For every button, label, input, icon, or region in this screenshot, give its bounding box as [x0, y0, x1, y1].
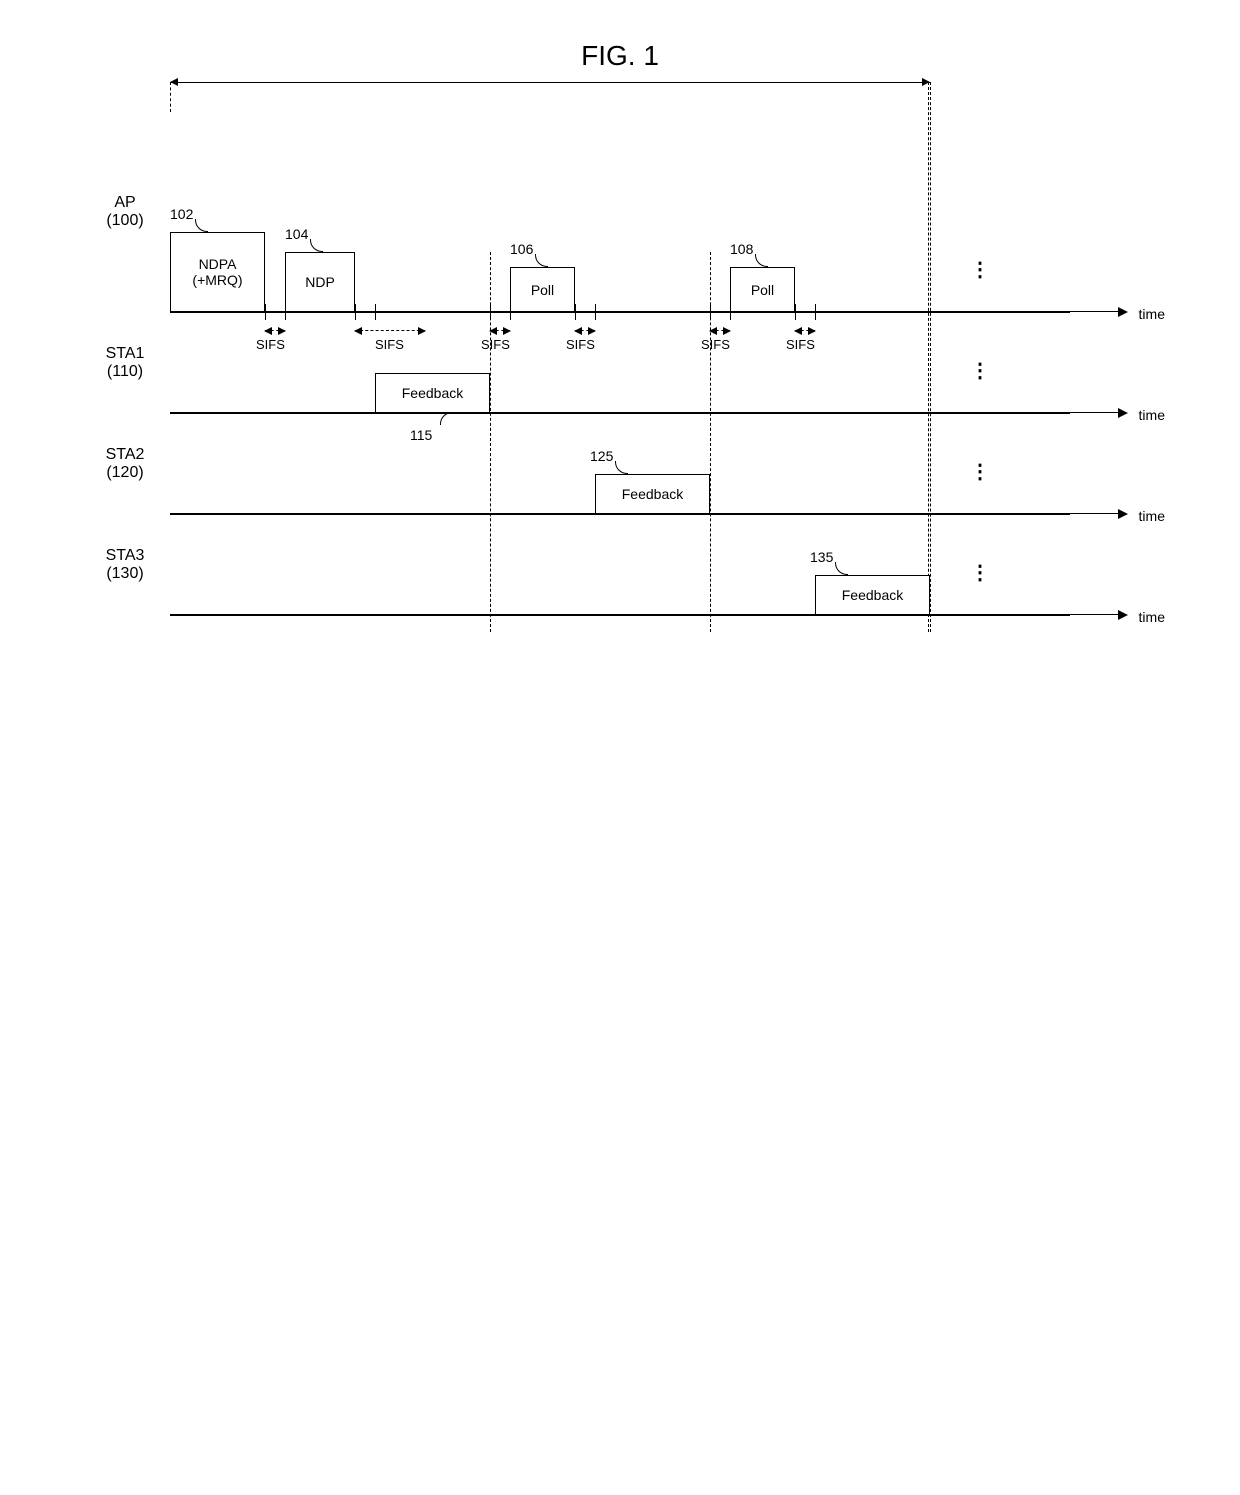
frame-poll2: Poll [730, 267, 795, 312]
time-axis-label: time [1139, 609, 1165, 625]
ref-poll2: 108 [730, 241, 753, 257]
lane-label-sta3: STA3 (130) [90, 547, 160, 583]
ref-poll1: 106 [510, 241, 533, 257]
lane-sta3: STA3 (130) time Feedback 135 ⋮ [170, 515, 1070, 616]
frame-feedback3: Feedback [815, 575, 930, 615]
frame-feedback1: Feedback [375, 373, 490, 413]
ref-feedback2: 125 [590, 448, 613, 464]
time-axis-label: time [1139, 407, 1165, 423]
time-axis-label: time [1139, 508, 1165, 524]
ref-ndpa: 102 [170, 206, 193, 222]
lane-label-sta2: STA2 (120) [90, 446, 160, 482]
ellipsis-icon: ⋮ [970, 560, 990, 585]
lane-label-ap: AP (100) [90, 194, 160, 230]
ellipsis-icon: ⋮ [970, 257, 990, 282]
figure-title: FIG. 1 [40, 40, 1200, 72]
ref-ndp: 104 [285, 226, 308, 242]
frame-ndpa: NDPA (+MRQ) [170, 232, 265, 312]
ellipsis-icon: ⋮ [970, 358, 990, 383]
lane-sta2: STA2 (120) time Feedback 125 ⋮ [170, 414, 1070, 515]
ellipsis-icon: ⋮ [970, 459, 990, 484]
lane-sta1: STA1 (110) time Feedback 115 ⋮ [170, 313, 1070, 414]
lane-ap: AP (100) time NDPA (+MRQ) 102 NDP 104 Po… [170, 112, 1070, 313]
frame-poll1: Poll [510, 267, 575, 312]
time-axis-label: time [1139, 306, 1165, 322]
ref-feedback3: 135 [810, 549, 833, 565]
frame-feedback2: Feedback [595, 474, 710, 514]
lane-label-sta1: STA1 (110) [90, 345, 160, 381]
frame-ndp: NDP [285, 252, 355, 312]
timing-diagram: AP (100) time NDPA (+MRQ) 102 NDP 104 Po… [170, 112, 1070, 616]
